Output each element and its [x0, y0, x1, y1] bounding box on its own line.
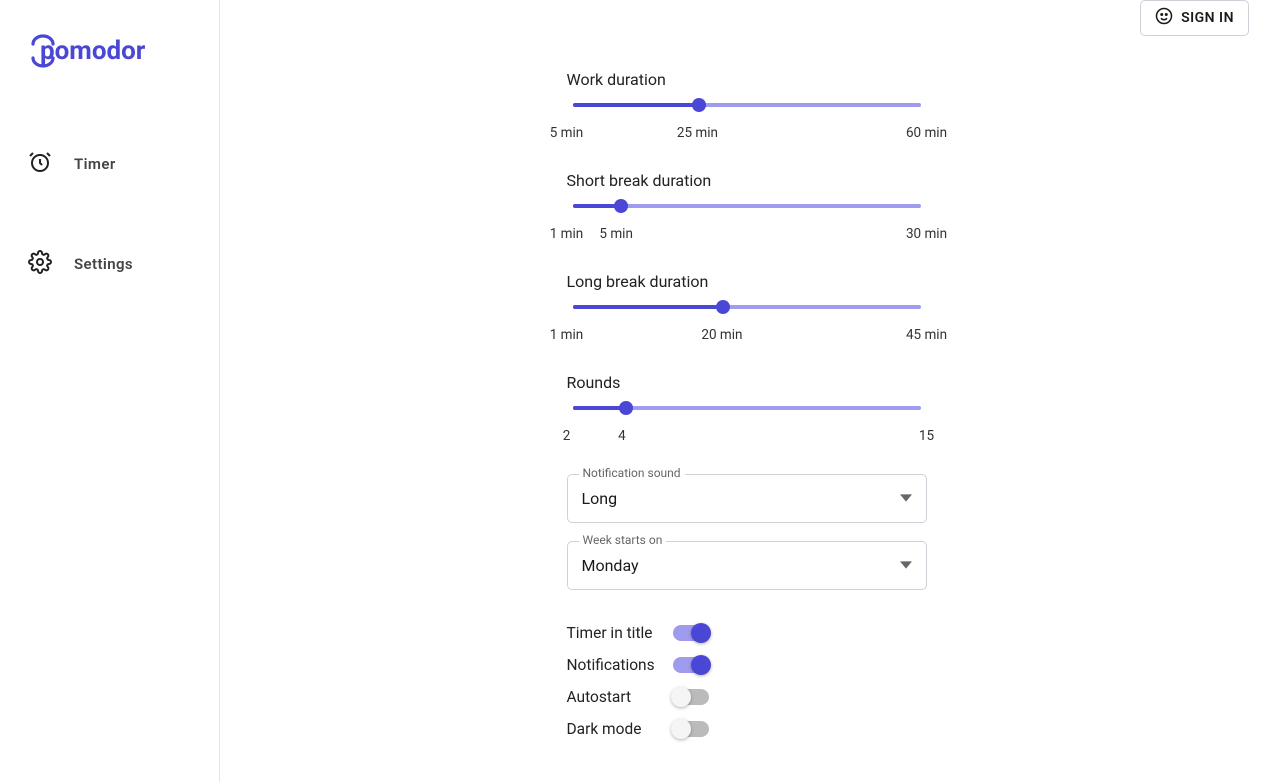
notifications-row: Notifications — [567, 656, 927, 674]
user-icon — [1155, 7, 1173, 29]
long-break-ticks: 1 min 20 min 45 min — [567, 327, 927, 345]
timer-in-title-row: Timer in title — [567, 624, 927, 642]
chevron-down-icon — [900, 489, 912, 508]
dark-mode-row: Dark mode — [567, 720, 927, 738]
nav-item-label: Settings — [74, 255, 133, 273]
notifications-switch[interactable] — [673, 657, 709, 673]
autostart-row: Autostart — [567, 688, 927, 706]
signin-button[interactable]: SIGN IN — [1140, 0, 1249, 36]
nav-item-label: Timer — [74, 155, 116, 173]
logo[interactable]: p omodor — [28, 34, 219, 68]
nav-item-settings[interactable]: Settings — [28, 238, 219, 290]
short-break-label: Short break duration — [567, 171, 927, 190]
nav-item-timer[interactable]: Timer — [28, 138, 219, 190]
sidebar: p omodor Timer Settings — [0, 0, 220, 782]
rounds-label: Rounds — [567, 373, 927, 392]
dark-mode-label: Dark mode — [567, 720, 673, 738]
gear-icon — [28, 250, 52, 278]
alarm-clock-icon — [28, 150, 52, 178]
notification-sound-value: Long — [582, 489, 618, 508]
autostart-label: Autostart — [567, 688, 673, 706]
work-duration-label: Work duration — [567, 70, 927, 89]
timer-in-title-label: Timer in title — [567, 624, 673, 642]
work-duration-ticks: 5 min 25 min 60 min — [567, 125, 927, 143]
work-duration-slider[interactable] — [573, 103, 921, 107]
work-duration-block: Work duration 5 min 25 min 60 min — [567, 70, 927, 143]
short-break-ticks: 1 min 5 min 30 min — [567, 226, 927, 244]
long-break-slider[interactable] — [573, 305, 921, 309]
week-start-label: Week starts on — [579, 533, 667, 547]
dark-mode-switch[interactable] — [673, 721, 709, 737]
notifications-label: Notifications — [567, 656, 673, 674]
short-break-block: Short break duration 1 min 5 min 30 min — [567, 171, 927, 244]
timer-in-title-switch[interactable] — [673, 625, 709, 641]
chevron-down-icon — [900, 556, 912, 575]
week-start-select[interactable]: Week starts on Monday — [567, 541, 927, 590]
notification-sound-label: Notification sound — [579, 466, 685, 480]
rounds-slider[interactable] — [573, 406, 921, 410]
week-start-value: Monday — [582, 556, 639, 575]
notification-sound-select[interactable]: Notification sound Long — [567, 474, 927, 523]
short-break-slider[interactable] — [573, 204, 921, 208]
long-break-label: Long break duration — [567, 272, 927, 291]
rounds-block: Rounds 2 4 15 — [567, 373, 927, 446]
long-break-block: Long break duration 1 min 20 min 45 min — [567, 272, 927, 345]
rounds-ticks: 2 4 15 — [567, 428, 927, 446]
autostart-switch[interactable] — [673, 689, 709, 705]
settings-panel: Work duration 5 min 25 min 60 min Short … — [220, 0, 1273, 782]
signin-label: SIGN IN — [1181, 10, 1234, 26]
